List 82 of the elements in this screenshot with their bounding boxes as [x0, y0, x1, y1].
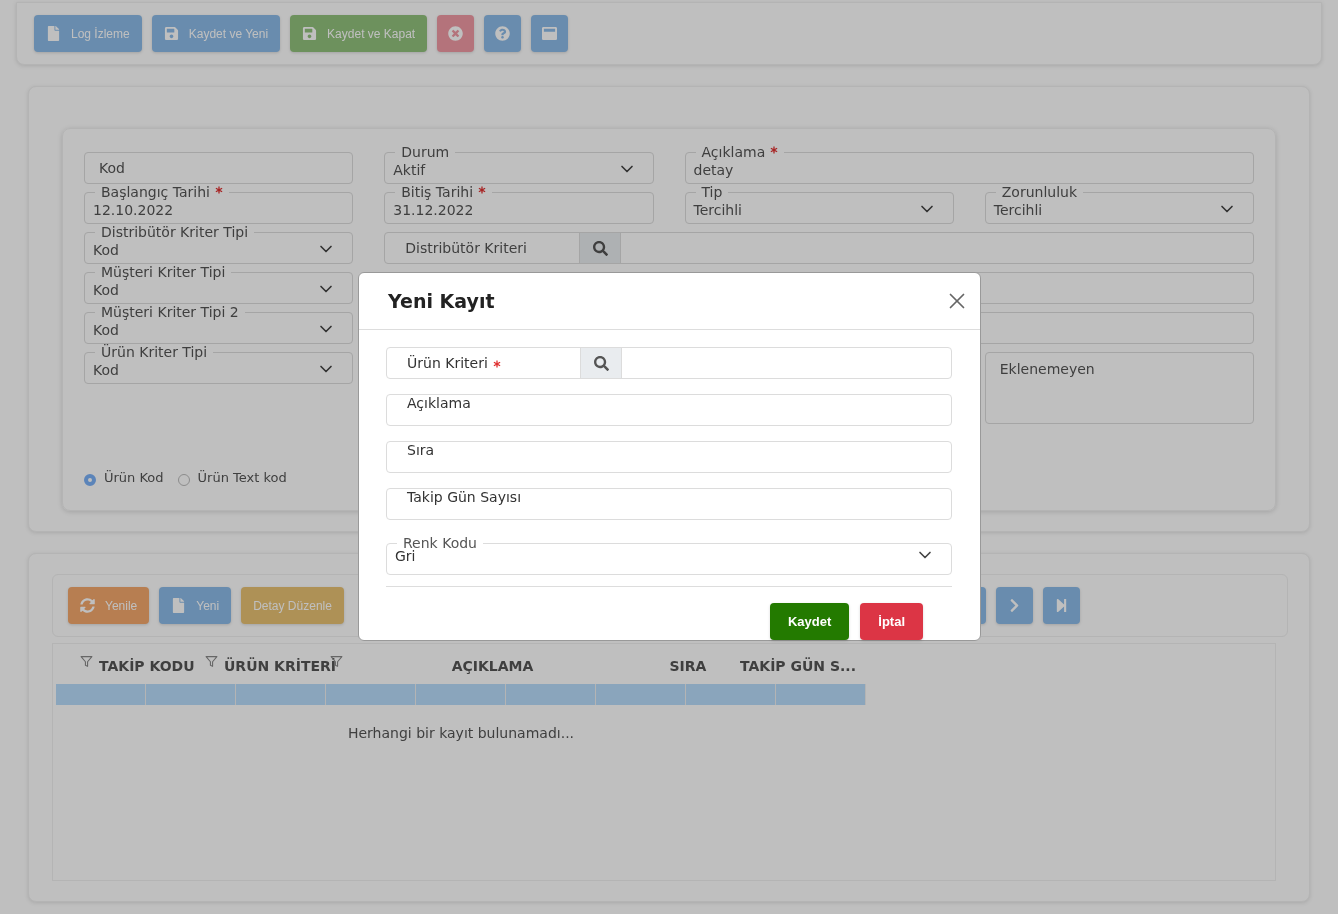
- input-field[interactable]: Başlangıç Tarihi 12.10.2022: [84, 184, 354, 224]
- field-value: Gri: [395, 548, 417, 564]
- skip-forward-button[interactable]: [1042, 587, 1080, 624]
- field-label: Distribütör Kriteri: [404, 239, 528, 258]
- filter-cell[interactable]: [416, 684, 506, 705]
- help-icon: [495, 26, 511, 41]
- modal-title: Yeni Kayıt: [388, 290, 495, 312]
- select-field[interactable]: Ürün Kriter Tipi Kod: [84, 344, 354, 384]
- window-icon: [542, 26, 558, 41]
- radio-label: Ürün Text kod: [197, 470, 287, 485]
- field-value: Kod: [93, 361, 120, 378]
- input-field[interactable]: Kod: [84, 152, 354, 184]
- field-value: 12.10.2022: [93, 201, 175, 218]
- save-icon: [302, 26, 318, 41]
- column-header: AÇIKLAMA: [450, 658, 535, 674]
- empty-message: Herhangi bir kayıt bulunamadı...: [346, 725, 576, 741]
- filter-cell[interactable]: [686, 684, 776, 705]
- select-field[interactable]: Renk Kodu Gri: [386, 535, 952, 575]
- radio-option[interactable]: Ürün Kod: [84, 470, 164, 486]
- select-field[interactable]: Müşteri Kriter Tipi Kod: [84, 264, 354, 304]
- filter-icon[interactable]: [205, 654, 218, 668]
- select-field[interactable]: Durum Aktif: [384, 144, 654, 184]
- column-header: TAKİP KODU: [99, 658, 195, 674]
- field-label: Ürün Kriter Tipi: [100, 344, 209, 360]
- select-field[interactable]: Distribütör Kriter Tipi Kod: [84, 224, 354, 264]
- filter-cell[interactable]: [56, 684, 146, 705]
- field-label: Başlangıç Tarihi: [95, 184, 229, 200]
- radio-label: Ürün Kod: [104, 470, 164, 485]
- save-icon: [163, 26, 179, 41]
- field-value: Kod: [93, 281, 120, 298]
- field-value: Kod: [93, 321, 120, 338]
- search-icon: [593, 355, 609, 371]
- field-label: Ürün Kriteri: [387, 348, 580, 378]
- cancel-button[interactable]: İptal: [860, 603, 923, 640]
- search-button[interactable]: [579, 233, 622, 263]
- input-field[interactable]: Açıklama: [386, 394, 952, 426]
- lookup-field[interactable]: Distribütör Kriteri: [384, 232, 1254, 264]
- save-button[interactable]: Kaydet: [769, 603, 850, 640]
- column-header: TAKİP GÜN S...: [740, 658, 856, 674]
- field-label: Bitiş Tarihi: [395, 184, 493, 200]
- lookup-field[interactable]: Ürün Kriteri: [386, 347, 952, 379]
- field-label: Müşteri Kriter Tipi 2: [100, 304, 240, 320]
- filter-cell[interactable]: [506, 684, 596, 705]
- field-label: Zorunluluk: [1000, 184, 1079, 200]
- column-header: SIRA: [668, 658, 708, 674]
- field-value: Kod: [93, 241, 120, 258]
- search-icon: [592, 240, 608, 256]
- filter-icon[interactable]: [80, 654, 93, 668]
- field-label: Renk Kodu: [403, 535, 478, 551]
- field-value: detay: [693, 161, 735, 178]
- filter-cell[interactable]: [146, 684, 236, 705]
- field-value: Tercihli: [993, 201, 1044, 218]
- field-value: Tercihli: [693, 201, 743, 218]
- text-area[interactable]: Eklenemeyen: [984, 352, 1254, 424]
- field-label: Açıklama: [695, 144, 785, 160]
- filter-cell[interactable]: [326, 684, 416, 705]
- file-icon: [46, 26, 61, 41]
- file-icon: [171, 598, 187, 613]
- select-field[interactable]: Zorunluluk Tercihli: [984, 184, 1254, 224]
- field-value: Aktif: [393, 161, 427, 178]
- field-label: Distribütör Kriter Tipi: [100, 224, 250, 240]
- filter-cell[interactable]: [776, 684, 866, 705]
- input-field[interactable]: Bitiş Tarihi 31.12.2022: [384, 184, 654, 224]
- refresh-icon: [80, 598, 95, 613]
- column-header: ÜRÜN KRİTERİ: [224, 658, 337, 674]
- search-button[interactable]: [580, 348, 622, 378]
- radio-option[interactable]: Ürün Text kod: [177, 470, 287, 486]
- filter-cell[interactable]: [596, 684, 686, 705]
- select-field[interactable]: Müşteri Kriter Tipi 2 Kod: [84, 304, 354, 344]
- close-icon: [448, 26, 464, 41]
- field-label: Durum: [400, 144, 451, 160]
- input-field[interactable]: Sıra: [386, 441, 952, 473]
- window-button[interactable]: [531, 15, 569, 52]
- chevron-right-button[interactable]: [995, 587, 1033, 624]
- filter-cell[interactable]: [236, 684, 326, 705]
- input-field[interactable]: Açıklama detay: [684, 144, 1254, 184]
- input-field[interactable]: Takip Gün Sayısı: [386, 488, 952, 520]
- field-value: 31.12.2022: [393, 201, 475, 218]
- field-label: Tip: [700, 184, 724, 200]
- field-label: Müşteri Kriter Tipi: [100, 264, 227, 280]
- select-field[interactable]: Tip Tercihli: [684, 184, 954, 224]
- help-button[interactable]: [484, 15, 522, 52]
